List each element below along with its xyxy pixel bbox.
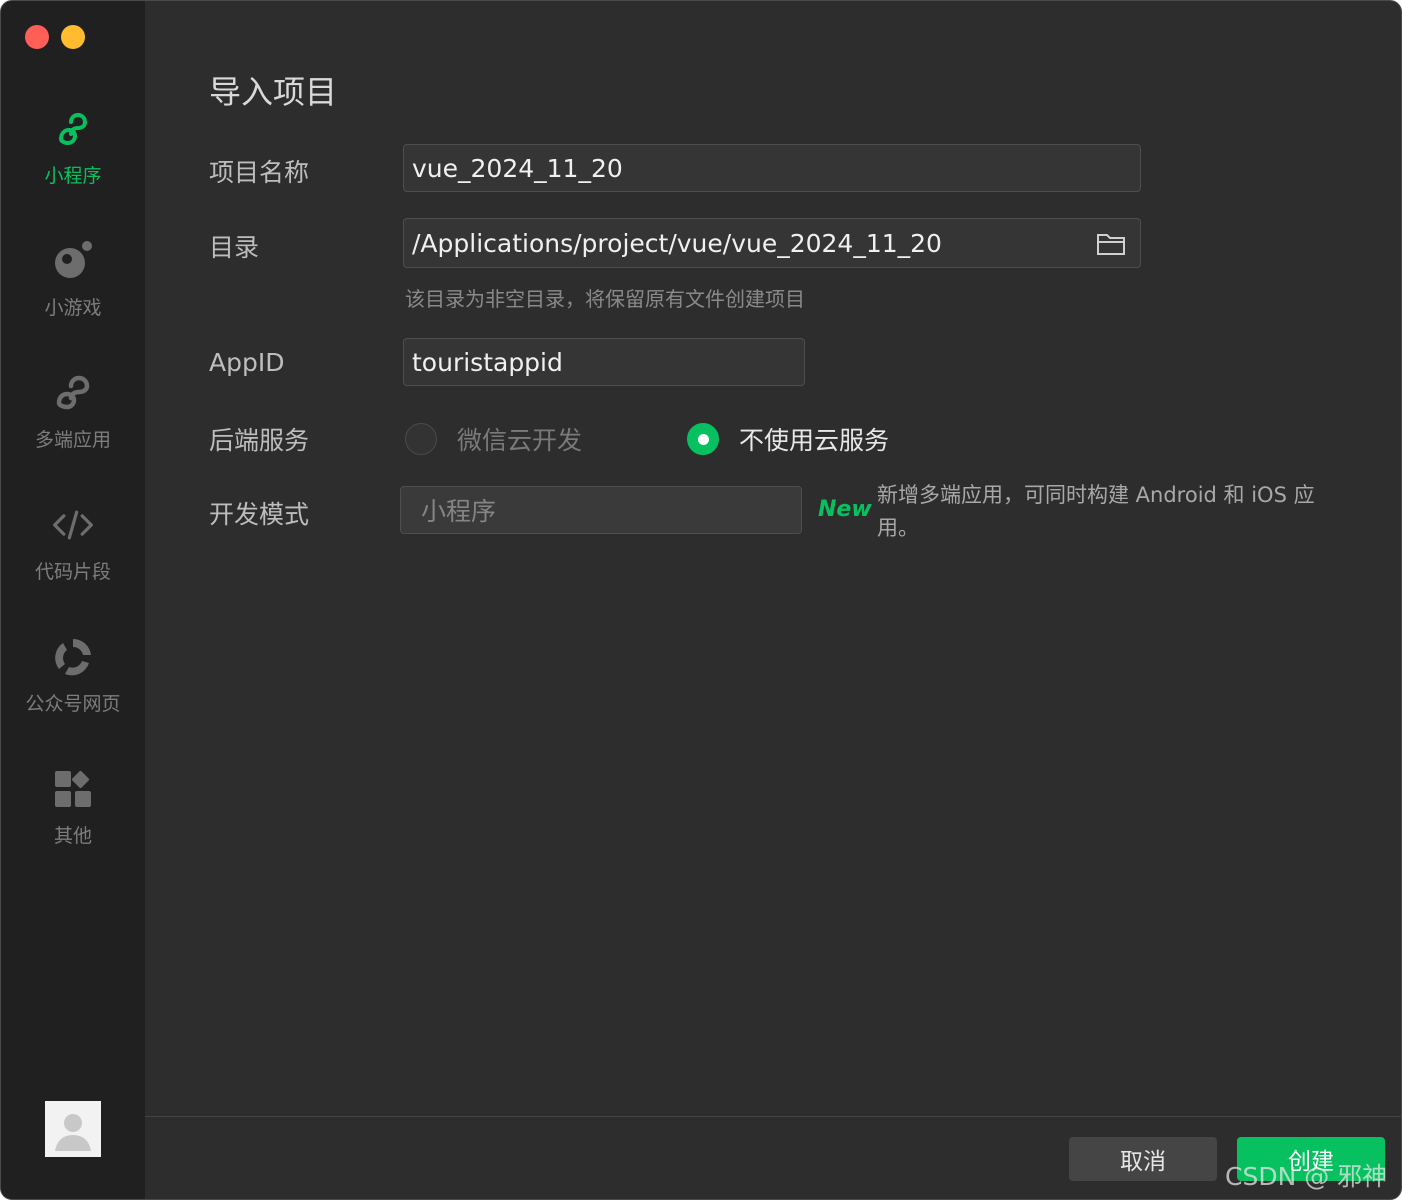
- radio-cloud-dev[interactable]: 微信云开发: [405, 421, 582, 457]
- user-avatar-icon[interactable]: [45, 1101, 101, 1157]
- minigame-icon: [51, 239, 95, 283]
- dev-mode-label: 开发模式: [209, 500, 310, 529]
- radio-button[interactable]: [405, 423, 437, 455]
- page-title: 导入项目: [209, 73, 338, 111]
- apps-grid-icon: [51, 767, 95, 811]
- appid-input[interactable]: touristappid: [403, 338, 805, 386]
- appid-label: AppID: [209, 348, 285, 377]
- official-account-icon: [51, 635, 95, 679]
- project-name-value: vue_2024_11_20: [412, 153, 623, 183]
- footer-divider: [145, 1116, 1401, 1117]
- multiplatform-icon: [51, 371, 95, 415]
- directory-label: 目录: [209, 233, 260, 262]
- project-name-label: 项目名称: [209, 158, 310, 187]
- miniprogram-icon: [51, 107, 95, 151]
- watermark: CSDN @ 邪神: [1225, 1162, 1388, 1191]
- sidebar-item-miniprogram[interactable]: 小程序: [1, 107, 145, 217]
- sidebar-item-other[interactable]: 其他: [1, 767, 145, 877]
- directory-value: /Applications/project/vue/vue_2024_11_20: [412, 228, 942, 258]
- radio-label: 不使用云服务: [739, 426, 890, 455]
- sidebar-item-label: 其他: [53, 825, 92, 847]
- minimize-window-button[interactable]: [61, 25, 85, 49]
- dev-mode-value: 小程序: [421, 497, 497, 526]
- close-window-button[interactable]: [25, 25, 49, 49]
- radio-label: 微信云开发: [457, 426, 583, 455]
- sidebar-item-multiplatform[interactable]: 多端应用: [1, 371, 145, 481]
- import-project-window: 小程序 小游戏 多端应用 代码片段 公众号网页 其他 导入项目 项目名称 vue…: [0, 0, 1402, 1200]
- sidebar-item-code[interactable]: 代码片段: [1, 503, 145, 613]
- appid-value: touristappid: [412, 347, 563, 377]
- directory-hint: 该目录为非空目录，将保留原有文件创建项目: [405, 287, 805, 311]
- sidebar-item-official-account[interactable]: 公众号网页: [1, 635, 145, 745]
- backend-label: 后端服务: [209, 426, 310, 455]
- folder-icon[interactable]: [1096, 232, 1126, 262]
- sidebar-item-label: 小程序: [44, 165, 102, 187]
- radio-no-cloud[interactable]: 不使用云服务: [687, 421, 889, 457]
- radio-button-selected[interactable]: [687, 423, 719, 455]
- sidebar-item-label: 公众号网页: [25, 693, 121, 715]
- sidebar-item-label: 多端应用: [34, 429, 111, 451]
- dev-mode-select[interactable]: 小程序: [400, 486, 802, 534]
- window-controls: [25, 25, 85, 49]
- project-name-input[interactable]: vue_2024_11_20: [403, 144, 1141, 192]
- sidebar-item-minigame[interactable]: 小游戏: [1, 239, 145, 349]
- directory-input[interactable]: /Applications/project/vue/vue_2024_11_20: [403, 218, 1141, 268]
- sidebar-item-label: 小游戏: [44, 297, 102, 319]
- sidebar: 小程序 小游戏 多端应用 代码片段 公众号网页 其他: [1, 1, 145, 1199]
- sidebar-item-label: 代码片段: [34, 561, 111, 583]
- main-panel: 导入项目 项目名称 vue_2024_11_20 目录 /Application…: [145, 1, 1401, 1199]
- new-badge: New: [818, 497, 872, 522]
- code-icon: [51, 503, 95, 547]
- new-feature-description: 新增多端应用，可同时构建 Android 和 iOS 应用。: [877, 483, 1315, 540]
- cancel-button[interactable]: 取消: [1069, 1137, 1217, 1181]
